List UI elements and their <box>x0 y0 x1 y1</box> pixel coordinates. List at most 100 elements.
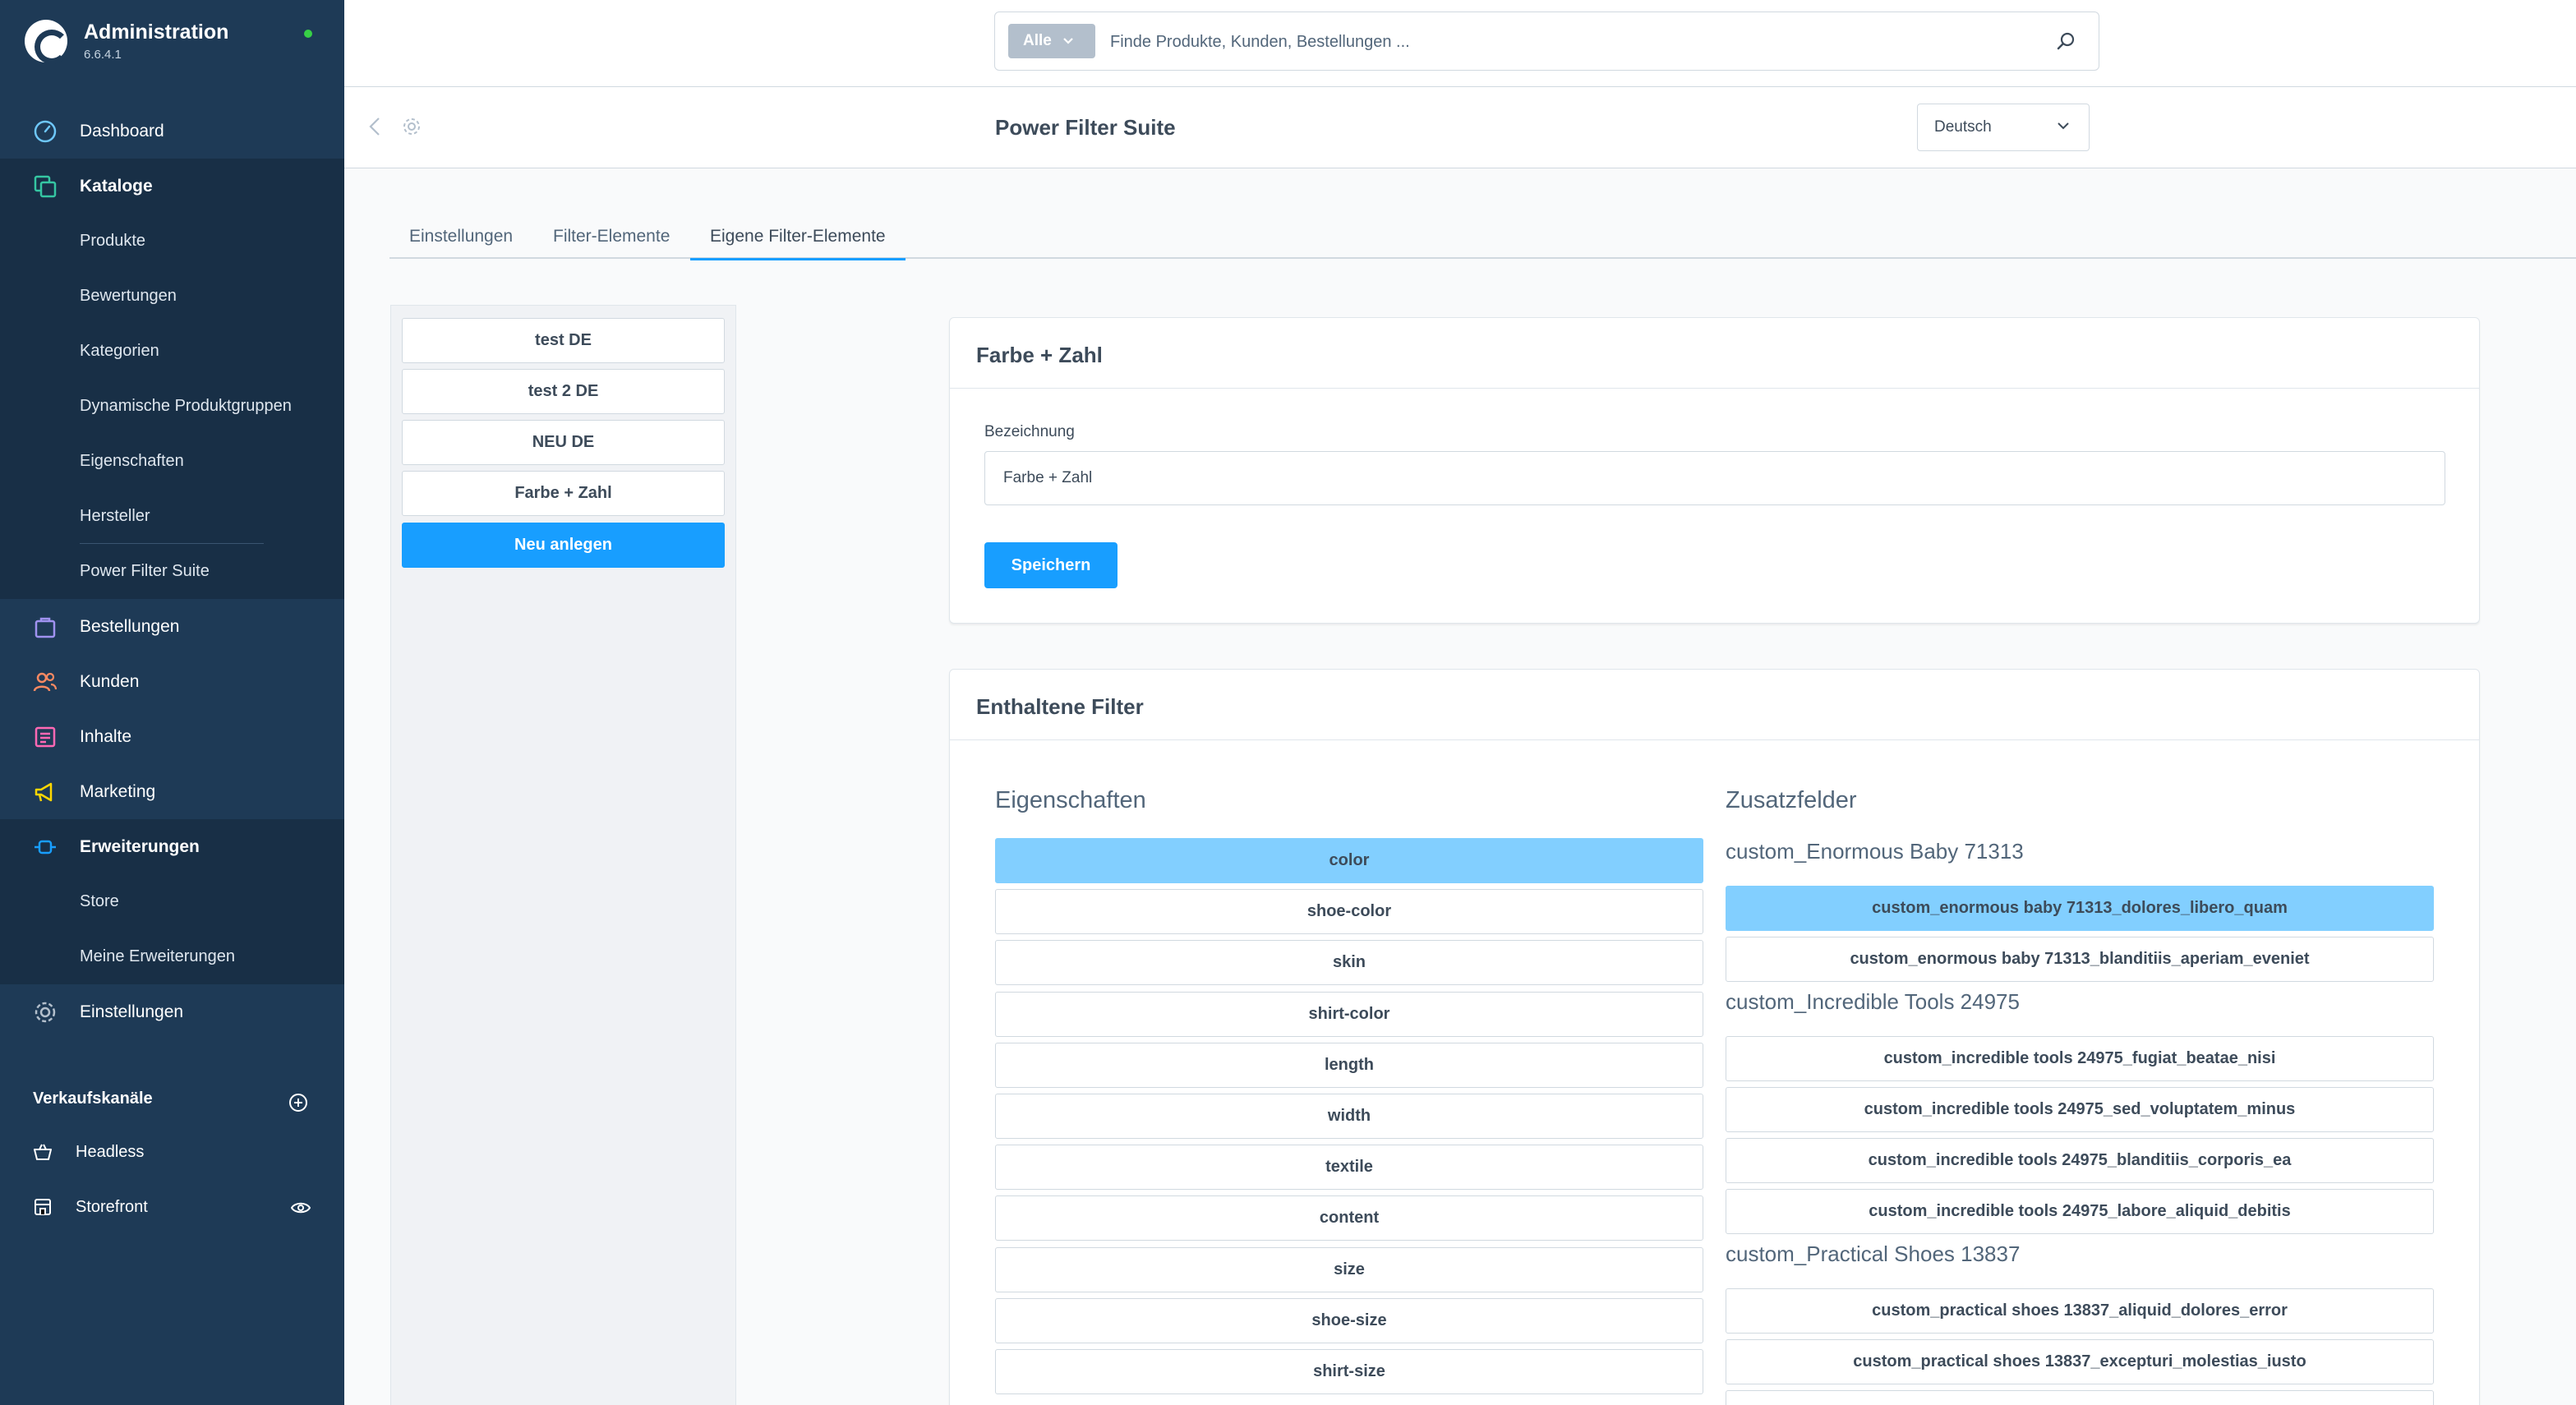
custom-fields-heading: Zusatzfelder <box>1726 787 1857 813</box>
save-button[interactable]: Speichern <box>984 542 1117 588</box>
card-title: Farbe + Zahl <box>976 343 1103 367</box>
filter-set-item[interactable]: NEU DE <box>402 420 725 465</box>
property-filter-item[interactable]: content <box>995 1195 1703 1241</box>
chevron-down-icon <box>2058 122 2069 130</box>
nav-dashboard-label: Dashboard <box>80 121 164 140</box>
search-icon[interactable] <box>2056 30 2077 52</box>
page-title: Power Filter Suite <box>995 115 1176 140</box>
included-filters-card: Enthaltene Filter Eigenschaften color sho… <box>949 669 2480 1405</box>
app-name: Administration <box>84 21 229 44</box>
settings-gear-icon[interactable] <box>402 117 422 136</box>
nav-bewertungen[interactable]: Bewertungen <box>0 269 344 324</box>
basket-icon <box>33 1142 56 1162</box>
nav-bestellungen-label: Bestellungen <box>80 616 180 636</box>
sales-channels-heading: Verkaufskanäle <box>33 1089 153 1108</box>
gear-icon <box>31 998 59 1026</box>
custom-field-filter-item[interactable]: custom_enormous baby 71313_dolores_liber… <box>1726 886 2434 931</box>
custom-field-filter-item[interactable]: custom_incredible tools 24975_sed_volupt… <box>1726 1087 2434 1132</box>
nav-erweiterungen-label: Erweiterungen <box>80 836 200 856</box>
create-filter-set-button[interactable]: Neu anlegen <box>402 523 725 568</box>
nav-kataloge-label: Kataloge <box>80 176 153 196</box>
nav-kategorien[interactable]: Kategorien <box>0 324 344 379</box>
channel-headless-label: Headless <box>76 1142 145 1161</box>
app-version: 6.6.4.1 <box>84 48 122 62</box>
brand[interactable]: Administration 6.6.4.1 <box>25 20 229 64</box>
channel-headless[interactable]: Headless <box>33 1142 144 1162</box>
custom-field-filter-item[interactable]: custom_incredible tools 24975_labore_ali… <box>1726 1189 2434 1234</box>
storefront-icon <box>33 1197 56 1217</box>
property-filter-item[interactable]: length <box>995 1042 1703 1088</box>
nav-dashboard[interactable]: Dashboard <box>0 104 344 159</box>
nav-kataloge[interactable]: Kataloge <box>0 159 344 214</box>
nav-bestellungen[interactable]: Bestellungen <box>0 599 344 654</box>
property-filter-item[interactable]: color <box>995 838 1703 883</box>
global-search: Alle <box>994 12 2099 71</box>
custom-field-filter-item[interactable]: custom_practical shoes 13837_excepturi_m… <box>1726 1339 2434 1384</box>
catalog-icon <box>31 173 59 200</box>
name-field[interactable] <box>984 451 2445 505</box>
nav-hersteller[interactable]: Hersteller <box>0 489 344 544</box>
nav-store[interactable]: Store <box>0 874 344 929</box>
channel-storefront[interactable]: Storefront <box>33 1197 148 1217</box>
custom-field-filter-item[interactable]: custom_incredible tools 24975_blanditiis… <box>1726 1138 2434 1183</box>
eye-icon[interactable] <box>291 1201 311 1214</box>
filter-set-item[interactable]: test 2 DE <box>402 369 725 414</box>
search-type-dropdown[interactable]: Alle <box>1008 24 1095 58</box>
users-icon <box>31 668 59 696</box>
nav-kunden-label: Kunden <box>80 671 140 691</box>
property-filter-item[interactable]: shoe-color <box>995 889 1703 935</box>
shopware-logo-icon <box>25 20 69 64</box>
property-filter-item[interactable]: textile <box>995 1145 1703 1191</box>
custom-field-filter-item[interactable]: custom_incredible tools 24975_fugiat_bea… <box>1726 1036 2434 1081</box>
name-field-label: Bezeichnung <box>984 423 1075 440</box>
add-sales-channel-icon[interactable] <box>288 1092 309 1113</box>
divider <box>950 388 2479 389</box>
search-type-label: Alle <box>1023 32 1052 49</box>
tab-filter-elemente[interactable]: Filter-Elemente <box>553 227 670 259</box>
gauge-icon <box>31 117 59 145</box>
nav-power-filter-suite[interactable]: Power Filter Suite <box>0 544 344 599</box>
filter-set-item[interactable]: Farbe + Zahl <box>402 471 725 516</box>
property-filter-item[interactable]: skin <box>995 940 1703 986</box>
nav-marketing-label: Marketing <box>80 781 156 801</box>
nav-produkte[interactable]: Produkte <box>0 214 344 269</box>
channel-storefront-label: Storefront <box>76 1197 148 1216</box>
filter-set-detail-card: Farbe + Zahl Bezeichnung Speichern <box>949 317 2480 624</box>
custom-field-group-heading: custom_Enormous Baby 71313 <box>1726 839 2024 864</box>
property-filter-item[interactable]: shoe-size <box>995 1297 1703 1343</box>
nav-marketing[interactable]: Marketing <box>0 764 344 819</box>
nav-inhalte[interactable]: Inhalte <box>0 709 344 764</box>
custom-field-filter-item[interactable] <box>1726 1390 2434 1405</box>
plug-icon <box>31 833 59 861</box>
nav-meine-erweiterungen[interactable]: Meine Erweiterungen <box>0 929 344 984</box>
property-filter-item[interactable]: shirt-size <box>995 1349 1703 1394</box>
language-select[interactable]: Deutsch <box>1917 104 2090 151</box>
search-input[interactable] <box>1110 29 1932 55</box>
nav-kunden[interactable]: Kunden <box>0 654 344 709</box>
nav-eigenschaften[interactable]: Eigenschaften <box>0 434 344 489</box>
shopping-bag-icon <box>31 613 59 641</box>
property-filter-item[interactable]: size <box>995 1246 1703 1292</box>
language-select-value: Deutsch <box>1934 118 1992 136</box>
chevron-down-icon <box>1063 38 1073 44</box>
sidebar: Administration 6.6.4.1 Dashboard Katalog… <box>0 0 344 1405</box>
top-bar: Alle <box>344 0 2576 87</box>
nav-einstellungen[interactable]: Einstellungen <box>0 984 344 1039</box>
property-filter-item[interactable]: shirt-color <box>995 991 1703 1037</box>
custom-field-filter-item[interactable]: custom_practical shoes 13837_aliquid_dol… <box>1726 1288 2434 1334</box>
card-title: Enthaltene Filter <box>976 694 1144 719</box>
custom-field-group-heading: custom_Incredible Tools 24975 <box>1726 989 2020 1014</box>
filter-set-item[interactable]: test DE <box>402 318 725 363</box>
tab-einstellungen[interactable]: Einstellungen <box>409 227 513 259</box>
custom-field-filter-item[interactable]: custom_enormous baby 71313_blanditiis_ap… <box>1726 937 2434 982</box>
nav-einstellungen-label: Einstellungen <box>80 1002 184 1021</box>
nav-erweiterungen[interactable]: Erweiterungen <box>0 819 344 874</box>
nav-inhalte-label: Inhalte <box>80 726 132 746</box>
megaphone-icon <box>31 778 59 806</box>
property-filter-item[interactable]: width <box>995 1094 1703 1139</box>
back-arrow-icon[interactable] <box>369 117 380 136</box>
online-status-icon <box>304 30 312 38</box>
tab-eigene-filter-elemente[interactable]: Eigene Filter-Elemente <box>690 227 906 260</box>
content-icon <box>31 723 59 751</box>
nav-dynamische-produktgruppen[interactable]: Dynamische Produktgruppen <box>0 379 344 434</box>
